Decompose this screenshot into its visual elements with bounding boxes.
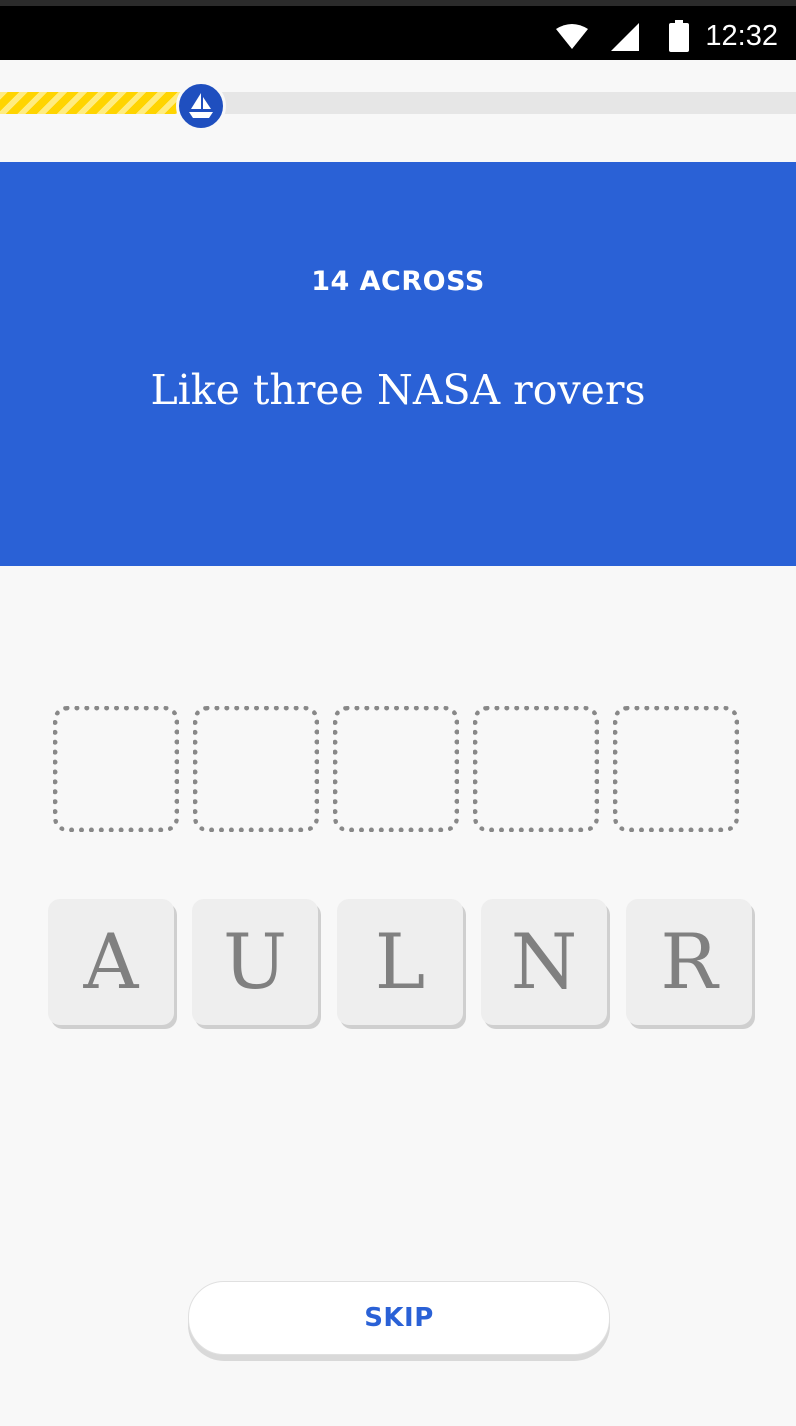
answer-slot[interactable] — [53, 706, 179, 832]
letter-tile-u[interactable]: U — [192, 899, 318, 1025]
wifi-icon — [556, 24, 588, 54]
progress-area — [0, 60, 796, 162]
answer-slot[interactable] — [333, 706, 459, 832]
progress-track — [0, 92, 796, 114]
letter-tile-n[interactable]: N — [481, 899, 607, 1025]
status-time: 12:32 — [705, 20, 778, 52]
progress-marker — [176, 81, 226, 131]
battery-icon — [669, 20, 689, 56]
clue-text: Like three NASA rovers — [150, 366, 646, 414]
cell-signal-icon — [611, 23, 639, 55]
letter-tile-r[interactable]: R — [626, 899, 752, 1025]
answer-slot[interactable] — [473, 706, 599, 832]
clue-number: 14 ACROSS — [311, 266, 485, 297]
skip-button[interactable]: SKIP — [188, 1281, 610, 1355]
letter-tile-a[interactable]: A — [48, 899, 174, 1025]
letter-tiles: A U L N R — [48, 899, 756, 1031]
answer-slot[interactable] — [613, 706, 739, 832]
clue-panel: 14 ACROSS Like three NASA rovers — [0, 162, 796, 566]
status-bar: 12:32 — [0, 0, 796, 60]
letter-tile-l[interactable]: L — [337, 899, 463, 1025]
answer-slots — [53, 706, 743, 832]
answer-slot[interactable] — [193, 706, 319, 832]
